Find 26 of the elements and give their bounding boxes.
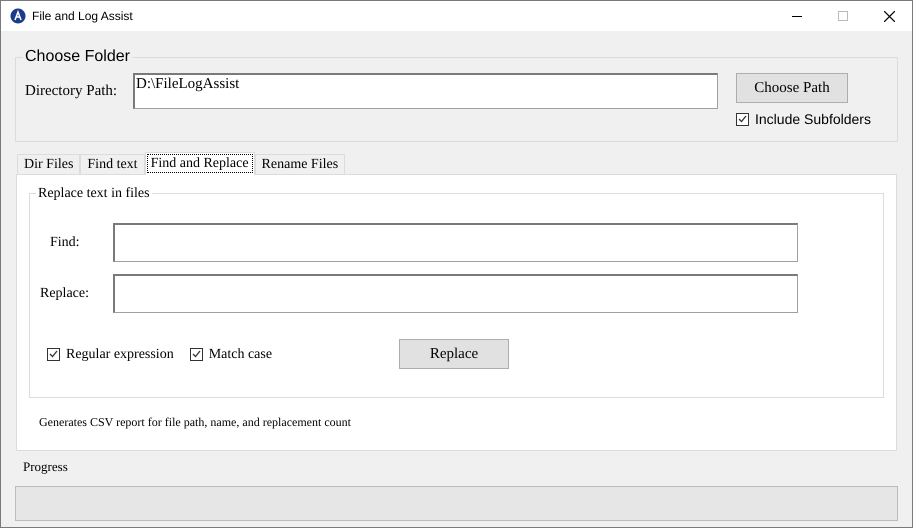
- field-label: Replace:: [40, 285, 90, 303]
- field-label: Directory Path:: [25, 82, 118, 101]
- app-icon: [10, 8, 26, 24]
- maximize-icon: [838, 11, 848, 21]
- checkbox-label: Include Subfolders: [755, 110, 871, 128]
- tab[interactable]: Dir Files: [17, 154, 80, 174]
- checkbox-label: Match case: [208, 346, 272, 364]
- tab[interactable]: Find and Replace: [144, 152, 255, 175]
- directory-path-field[interactable]: D:\FileLogAssist: [133, 73, 718, 109]
- group-title: Choose Folder: [24, 47, 131, 67]
- checkbox-label: Regular expression: [66, 346, 174, 364]
- close-icon: [884, 10, 894, 22]
- info-text: Generates CSV report for file path, name, and replacement count: [39, 414, 352, 431]
- window-title: File and Log Assist: [32, 8, 133, 25]
- tab[interactable]: Find text: [80, 154, 145, 174]
- include-subfolders-checkbox[interactable]: [736, 112, 749, 126]
- find-field[interactable]: [113, 223, 798, 262]
- replace-button[interactable]: Replace: [399, 339, 509, 369]
- checkbox[interactable]: [190, 348, 203, 360]
- group-title: Replace text in files: [37, 185, 151, 203]
- tab[interactable]: Rename Files: [254, 154, 346, 174]
- replace-field[interactable]: [113, 274, 798, 313]
- progress-label: Progress: [23, 458, 68, 476]
- checkbox[interactable]: [47, 348, 60, 360]
- choose-path-button[interactable]: Choose Path: [736, 73, 848, 103]
- field-label: Find:: [49, 234, 81, 252]
